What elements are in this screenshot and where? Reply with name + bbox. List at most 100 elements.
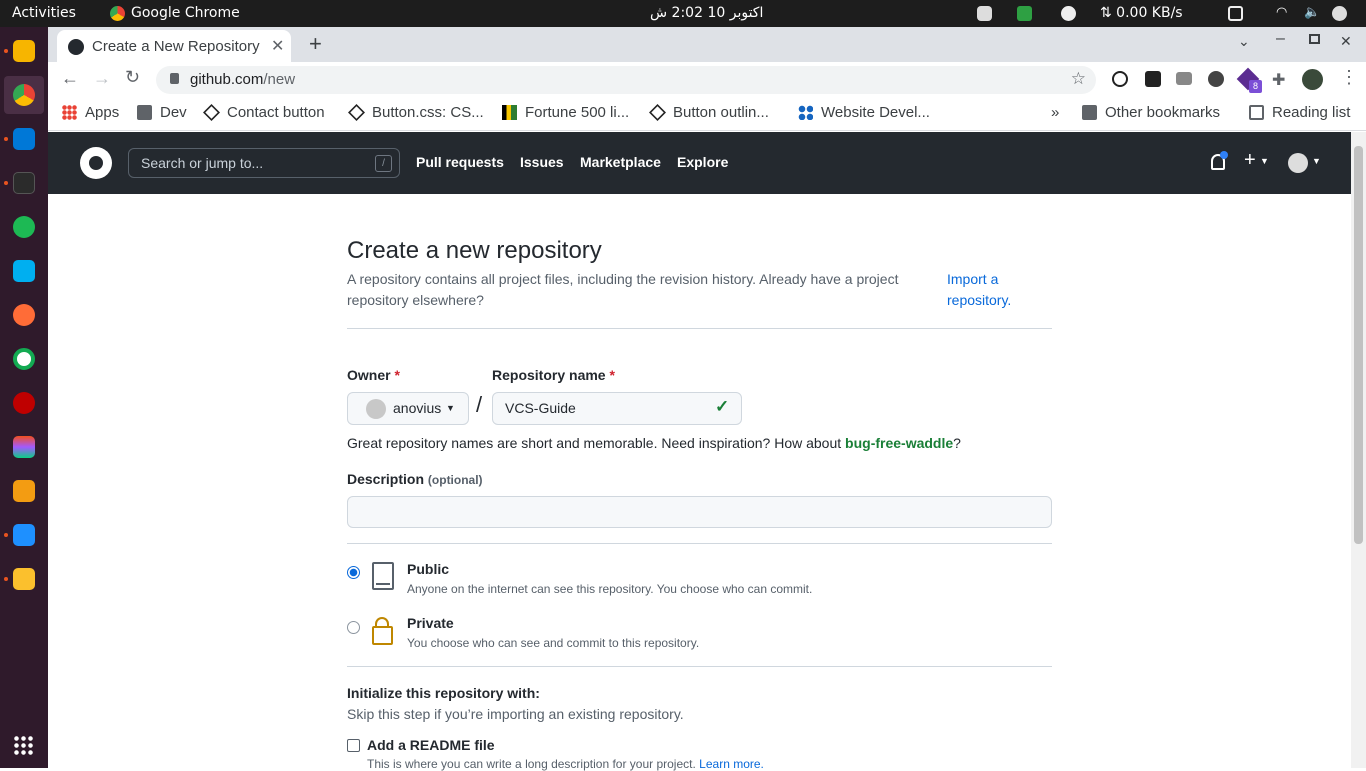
- more-bookmarks-icon[interactable]: »: [1051, 104, 1059, 121]
- private-radio[interactable]: [347, 621, 360, 634]
- impress-icon[interactable]: [13, 480, 35, 502]
- vscode-icon[interactable]: [13, 128, 35, 150]
- github-logo-icon[interactable]: [80, 147, 112, 179]
- bookmark-label: Button outlin...: [673, 104, 769, 121]
- bookmark-star-icon[interactable]: ☆: [1071, 69, 1086, 89]
- page-scrollbar[interactable]: [1351, 132, 1366, 768]
- chevron-down-icon[interactable]: ▼: [1312, 156, 1321, 166]
- minimize-icon[interactable]: –: [1276, 30, 1285, 48]
- tab-active[interactable]: Create a New Repository ✕: [57, 30, 291, 62]
- tab-search-chevron-icon[interactable]: ⌄: [1238, 33, 1250, 50]
- bookmark-label: Website Devel...: [821, 104, 930, 121]
- description-label: Description (optional): [347, 471, 483, 487]
- search-input[interactable]: Search or jump to... /: [128, 148, 400, 178]
- user-avatar[interactable]: [1288, 153, 1308, 173]
- running-indicator: [4, 533, 8, 537]
- other-bookmarks-label: Other bookmarks: [1105, 104, 1221, 121]
- bookmark-dev[interactable]: Dev: [137, 104, 187, 121]
- back-icon[interactable]: ←: [61, 68, 79, 89]
- app-tray-icon[interactable]: [977, 6, 992, 21]
- clock[interactable]: اکتوبر 10 2:02 ش: [650, 5, 763, 21]
- folder-icon: [1082, 105, 1097, 120]
- wps-icon[interactable]: [13, 524, 35, 546]
- show-apps-icon[interactable]: [13, 735, 35, 757]
- system-top-bar: Activities Google Chrome اکتوبر 10 2:02 …: [0, 0, 1366, 27]
- check-icon: ✓: [715, 397, 730, 416]
- owner-repo-separator: /: [476, 392, 483, 417]
- files-icon[interactable]: [13, 40, 35, 62]
- tab-close-icon[interactable]: ✕: [271, 36, 284, 56]
- learn-more-link[interactable]: Learn more.: [699, 757, 764, 771]
- forward-icon[interactable]: →: [93, 68, 111, 89]
- extension-icon[interactable]: [1112, 71, 1128, 87]
- bookmark-button-outline[interactable]: Button outlin...: [649, 104, 769, 121]
- bookmark-fortune-500[interactable]: Fortune 500 li...: [502, 104, 629, 121]
- new-tab-icon[interactable]: +: [309, 31, 322, 57]
- filezilla-icon[interactable]: [13, 392, 35, 414]
- reading-list[interactable]: Reading list: [1249, 104, 1350, 121]
- suggested-name-link[interactable]: bug-free-waddle: [845, 435, 953, 451]
- description-input[interactable]: [347, 496, 1052, 528]
- scrollbar-thumb[interactable]: [1354, 146, 1363, 544]
- camera-icon[interactable]: [1176, 72, 1192, 85]
- power-icon[interactable]: [1332, 6, 1347, 21]
- clipboard-icon[interactable]: [1228, 6, 1243, 21]
- readme-label[interactable]: Add a README file: [367, 737, 495, 753]
- mongodb-icon[interactable]: [13, 348, 35, 370]
- lock-icon[interactable]: [170, 73, 179, 84]
- repository-name-value: VCS-Guide: [505, 400, 576, 416]
- nav-issues[interactable]: Issues: [520, 154, 564, 170]
- profile-avatar[interactable]: [1302, 69, 1323, 90]
- running-indicator: [4, 137, 8, 141]
- chevron-down-icon: ▼: [446, 403, 455, 413]
- chrome-menu-icon[interactable]: ⋮: [1340, 67, 1358, 88]
- chevron-down-icon[interactable]: ▼: [1260, 156, 1269, 166]
- github-favicon-icon: [68, 39, 84, 55]
- postman-icon[interactable]: [13, 304, 35, 326]
- shield-check-icon[interactable]: [1017, 6, 1032, 21]
- bookmark-website-devel[interactable]: Website Devel...: [798, 104, 930, 121]
- sticky-notes-icon[interactable]: [13, 568, 35, 590]
- app-menu[interactable]: Google Chrome: [131, 5, 240, 21]
- readme-checkbox[interactable]: [347, 739, 360, 752]
- owner-dropdown[interactable]: anovius ▼: [347, 392, 469, 425]
- create-new-plus-icon[interactable]: +: [1244, 149, 1256, 172]
- import-repository-link[interactable]: Import a repository.: [947, 269, 1037, 311]
- figma-icon[interactable]: [13, 436, 35, 458]
- coffee-icon[interactable]: [1061, 6, 1076, 21]
- bookmark-button-css[interactable]: Button.css: CS...: [348, 104, 484, 121]
- codepen-icon: [203, 104, 220, 121]
- close-window-icon[interactable]: ✕: [1340, 33, 1352, 50]
- repository-name-input[interactable]: VCS-Guide ✓: [492, 392, 742, 425]
- extension-icon[interactable]: [1145, 71, 1161, 87]
- chrome-icon[interactable]: [13, 84, 35, 106]
- bookmarks-bar: Apps Dev Contact button Button.css: CS..…: [48, 98, 1366, 131]
- wifi-icon[interactable]: ◠: [1276, 5, 1287, 20]
- extensions-puzzle-icon[interactable]: ✚: [1272, 70, 1285, 90]
- url-text[interactable]: github.com/new: [190, 71, 295, 88]
- readme-description: This is where you can write a long descr…: [367, 757, 764, 771]
- bookmark-label: Dev: [160, 104, 187, 121]
- nav-explore[interactable]: Explore: [677, 154, 728, 170]
- other-bookmarks[interactable]: Other bookmarks: [1082, 104, 1220, 121]
- reload-icon[interactable]: ↻: [125, 67, 140, 88]
- public-radio[interactable]: [347, 566, 360, 579]
- figma-icon: [502, 105, 517, 120]
- initialize-title: Initialize this repository with:: [347, 685, 540, 701]
- bookmark-apps[interactable]: Apps: [62, 104, 119, 121]
- spotify-icon[interactable]: [13, 216, 35, 238]
- github-header: Search or jump to... / Pull requests Iss…: [48, 132, 1351, 194]
- activities-button[interactable]: Activities: [12, 5, 76, 21]
- extension-icon[interactable]: [1208, 71, 1224, 87]
- skype-icon[interactable]: [13, 260, 35, 282]
- address-bar[interactable]: github.com/new ☆: [156, 66, 1096, 94]
- terminal-icon[interactable]: [13, 172, 35, 194]
- restore-icon[interactable]: [1309, 34, 1320, 44]
- chrome-icon: [110, 6, 125, 21]
- nav-pull-requests[interactable]: Pull requests: [416, 154, 504, 170]
- running-indicator: [4, 577, 8, 581]
- volume-icon[interactable]: 🔈: [1304, 5, 1320, 20]
- bookmark-contact-button[interactable]: Contact button: [203, 104, 325, 121]
- nav-marketplace[interactable]: Marketplace: [580, 154, 661, 170]
- page-subtitle: A repository contains all project files,…: [347, 271, 899, 308]
